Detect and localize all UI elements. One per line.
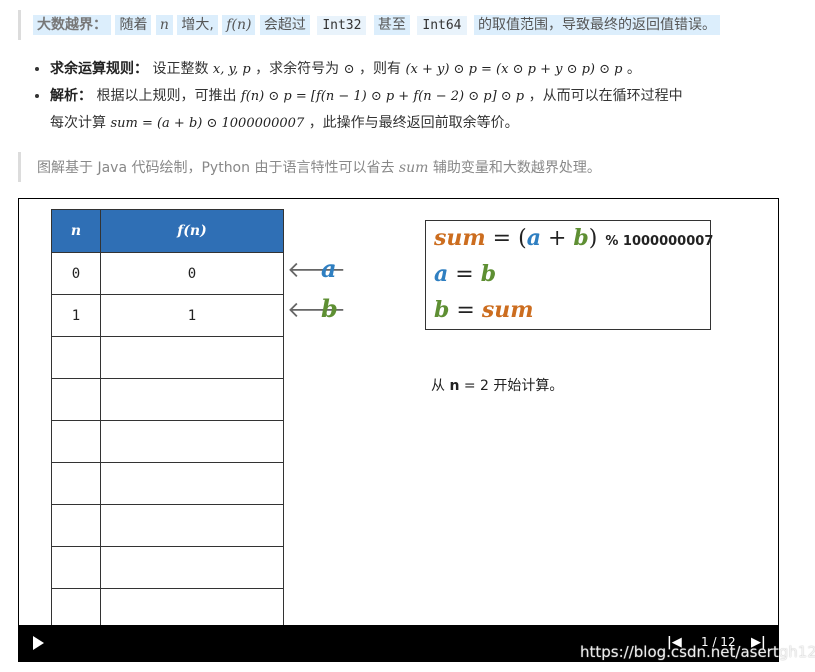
cell-fn (100, 378, 284, 421)
cell-fn (100, 420, 284, 463)
list-item-mod-rule: 求余运算规则： 设正整数 x, y, p ，求余符号为 ⊙ ，则有 (x + y… (50, 56, 810, 83)
math-n: n (155, 15, 173, 35)
cell-n (51, 378, 101, 421)
cell-fn (100, 336, 284, 379)
left-arrow-icon: 🡐 (287, 258, 346, 283)
header-fn: f(n) (100, 209, 284, 253)
diagram-note: 图解基于 Java 代码绘制，Python 由于语言特性可以省去 sum 辅助变… (18, 152, 741, 182)
analysis-text: 每次计算 (50, 115, 106, 131)
overflow-desc-5: 的取值范围，导致最终的返回值错误。 (473, 15, 720, 35)
overflow-note: 大数越界： 随着 n 增大, f(n) 会超过 Int32 甚至 Int64 的… (18, 10, 741, 40)
header-n: n (51, 209, 101, 253)
pointer-a: a (321, 254, 337, 283)
mod-rule-text: ，则有 (358, 61, 401, 77)
math-xyp: x, y, p (212, 62, 251, 77)
analysis-label: 解析： (50, 88, 92, 104)
pointer-b: b (321, 294, 338, 323)
animation-viewer: n f(n) 00 11 🡐 a 🡐 b sum = (a + b)% 1000… (18, 198, 779, 662)
table-row (51, 378, 284, 421)
table-row (51, 462, 284, 505)
cell-fn: 0 (100, 252, 284, 295)
analysis-text: 根据以上规则，可推出 (96, 88, 237, 104)
table-row (51, 336, 284, 379)
table-row: 11 (51, 294, 284, 337)
start-caption: 从 n = 2 开始计算。 (431, 378, 564, 394)
explanation-list: 求余运算规则： 设正整数 x, y, p ，求余符号为 ⊙ ，则有 (x + y… (30, 56, 810, 137)
overflow-label: 大数越界： (33, 15, 111, 35)
table-header-row: n f(n) (51, 209, 284, 253)
mod-rule-text: 设正整数 (152, 61, 209, 77)
cell-n (51, 336, 101, 379)
watermark: https://blog.csdn.net/asertgh123 (580, 643, 815, 661)
dp-table: n f(n) 00 11 (51, 209, 284, 631)
math-sum: sum (398, 160, 429, 176)
code-line-b: b = sum (434, 297, 534, 323)
code-line-sum: sum = (a + b)% 1000000007 (434, 225, 714, 251)
cell-n: 0 (51, 252, 101, 295)
table-row (51, 546, 284, 589)
cell-n (51, 504, 101, 547)
code-line-a: a = b (434, 261, 497, 287)
diagram-note-text: 辅助变量和大数越界处理。 (432, 160, 601, 176)
cell-n (51, 462, 101, 505)
code-box: sum = (a + b)% 1000000007 a = b b = sum (425, 220, 714, 330)
analysis-text: ，此操作与最终返回前取余等价。 (308, 115, 519, 131)
cell-fn (100, 504, 284, 547)
table-row: 00 (51, 252, 284, 295)
mod-rule-text: 。 (626, 61, 641, 77)
math-recurrence: f(n) ⊙ p = [f(n − 1) ⊙ p + f(n − 2) ⊙ p]… (240, 89, 525, 104)
overflow-desc-1: 随着 (115, 15, 152, 35)
cell-n: 1 (51, 294, 101, 337)
math-sum-formula: sum = (a + b) ⊙ 1000000007 (110, 116, 305, 131)
overflow-note-text: 大数越界： 随着 n 增大, f(n) 会超过 Int32 甚至 Int64 的… (33, 14, 720, 36)
cell-n (51, 546, 101, 589)
diagram-note-text: 图解基于 Java 代码绘制，Python 由于语言特性可以省去 (37, 160, 395, 176)
mod-rule-label: 求余运算规则： (50, 61, 148, 77)
math-fn: f(n) (222, 15, 256, 35)
analysis-text: ，从而可以在循环过程中 (528, 88, 683, 104)
math-mod-symbol: ⊙ (343, 62, 355, 77)
cell-fn (100, 462, 284, 505)
play-icon[interactable] (33, 636, 44, 650)
table-row (51, 420, 284, 463)
overflow-desc-4: 甚至 (373, 15, 410, 35)
table-row (51, 504, 284, 547)
overflow-desc-3: 会超过 (259, 15, 310, 35)
math-mod-formula: (x + y) ⊙ p = (x ⊙ p + y ⊙ p) ⊙ p (405, 62, 623, 77)
mod-rule-text: ，求余符号为 (255, 61, 340, 77)
overflow-desc-2: 增大, (177, 15, 218, 35)
cell-n (51, 420, 101, 463)
cell-fn: 1 (100, 294, 284, 337)
code-int32: Int32 (317, 16, 367, 35)
list-item-analysis: 解析： 根据以上规则，可推出 f(n) ⊙ p = [f(n − 1) ⊙ p … (50, 83, 810, 137)
cell-fn (100, 546, 284, 589)
code-int64: Int64 (417, 16, 467, 35)
